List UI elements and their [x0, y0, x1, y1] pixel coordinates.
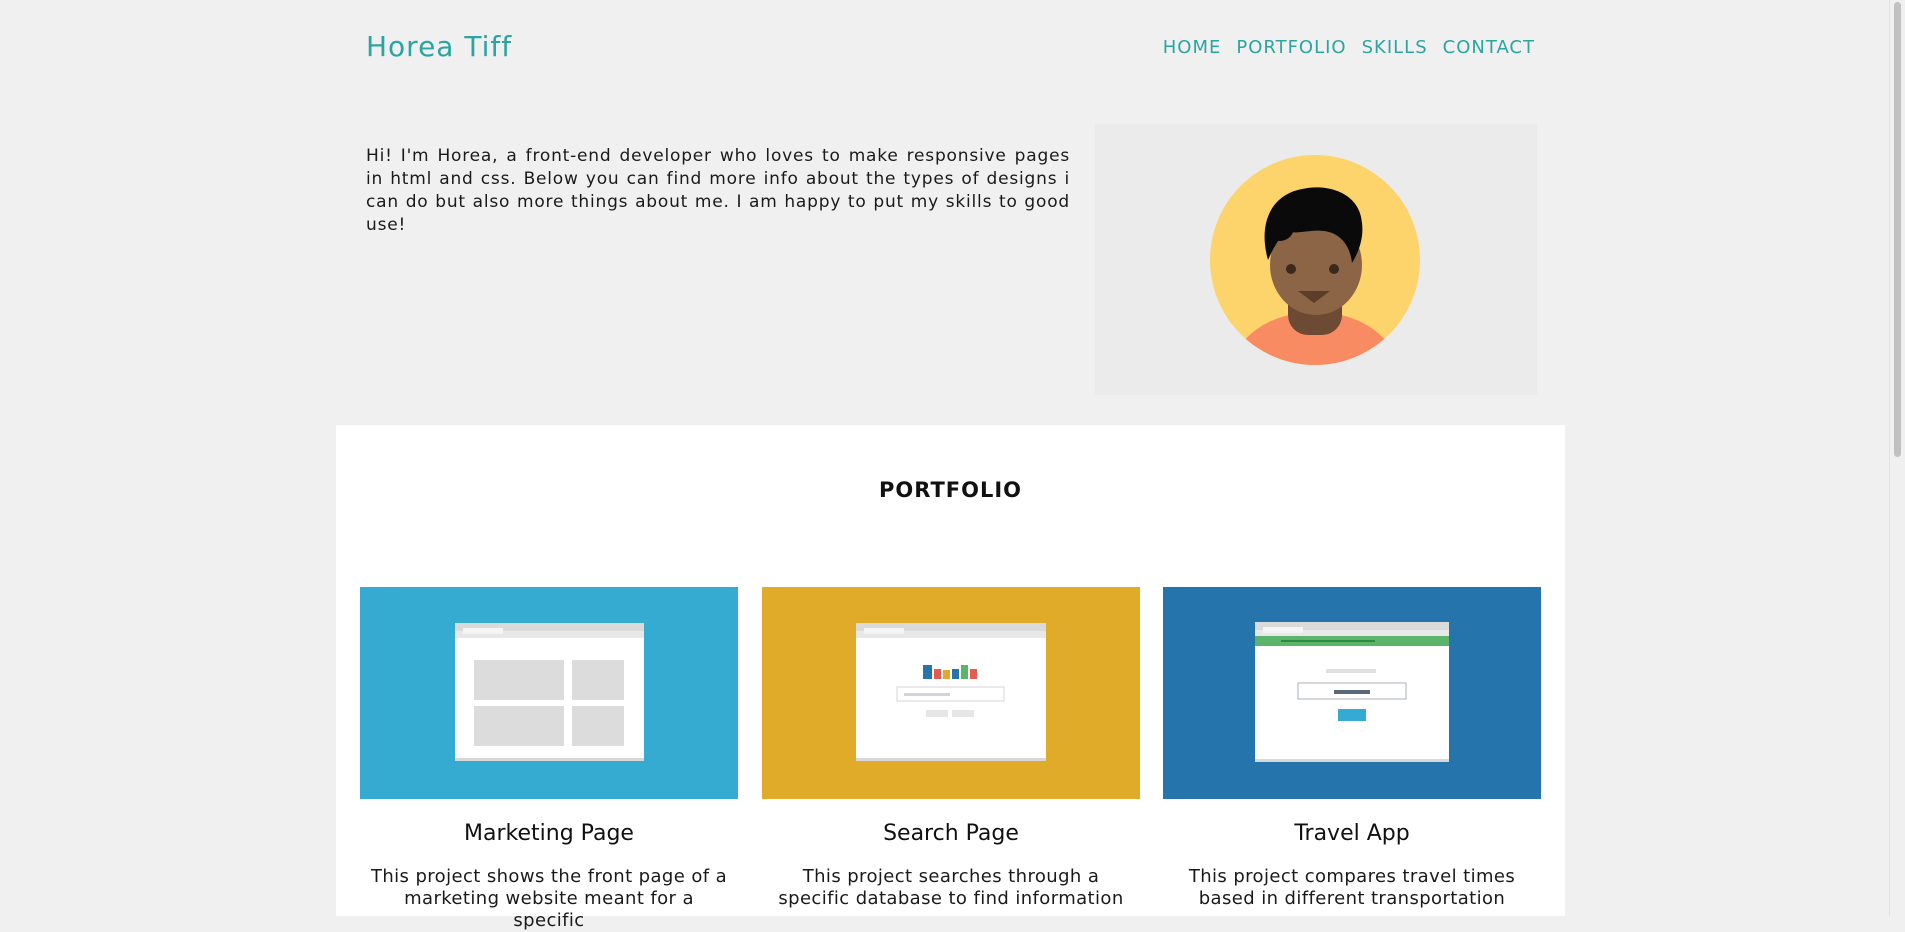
main-nav: HOME PORTFOLIO SKILLS CONTACT: [1163, 37, 1535, 58]
nav-skills[interactable]: SKILLS: [1362, 37, 1428, 58]
marketing-thumbnail[interactable]: [360, 587, 738, 799]
portfolio-card-search[interactable]: Search Page This project searches throug…: [762, 587, 1140, 910]
avatar-illustration: [1210, 155, 1420, 365]
avatar-panel: [1095, 124, 1537, 395]
nav-contact[interactable]: CONTACT: [1443, 37, 1535, 58]
portfolio-section: PORTFOLIO Marketing Page This project sh…: [336, 425, 1565, 931]
portfolio-card-travel[interactable]: Travel App This project compares travel …: [1163, 587, 1541, 910]
travel-thumbnail[interactable]: [1163, 587, 1541, 799]
nav-portfolio[interactable]: PORTFOLIO: [1236, 37, 1346, 58]
portfolio-card-marketing[interactable]: Marketing Page This project shows the fr…: [360, 587, 738, 932]
card-description: This project searches through a specific…: [778, 866, 1124, 909]
card-description: This project shows the front page of a m…: [370, 866, 728, 931]
nav-home[interactable]: HOME: [1163, 37, 1222, 58]
scrollbar-thumb[interactable]: [1894, 2, 1901, 457]
marketing-page-image: [360, 587, 738, 799]
travel-app-image: [1163, 587, 1541, 799]
search-page-image: [762, 587, 1140, 799]
portfolio-title: PORTFOLIO: [878, 478, 1023, 502]
card-description: This project compares travel times based…: [1188, 866, 1516, 909]
card-title: Search Page: [883, 821, 1019, 846]
card-title: Travel App: [1294, 821, 1410, 846]
intro-text: Hi! I'm Horea, a front-end developer who…: [366, 146, 1070, 235]
site-logo[interactable]: Horea Tiff: [366, 30, 512, 63]
page: Horea Tiff HOME PORTFOLIO SKILLS CONTACT…: [336, 0, 1565, 931]
card-title: Marketing Page: [464, 821, 634, 846]
search-thumbnail[interactable]: [762, 587, 1140, 799]
vertical-scrollbar[interactable]: [1889, 0, 1905, 916]
site-header: Horea Tiff HOME PORTFOLIO SKILLS CONTACT: [336, 0, 1565, 100]
